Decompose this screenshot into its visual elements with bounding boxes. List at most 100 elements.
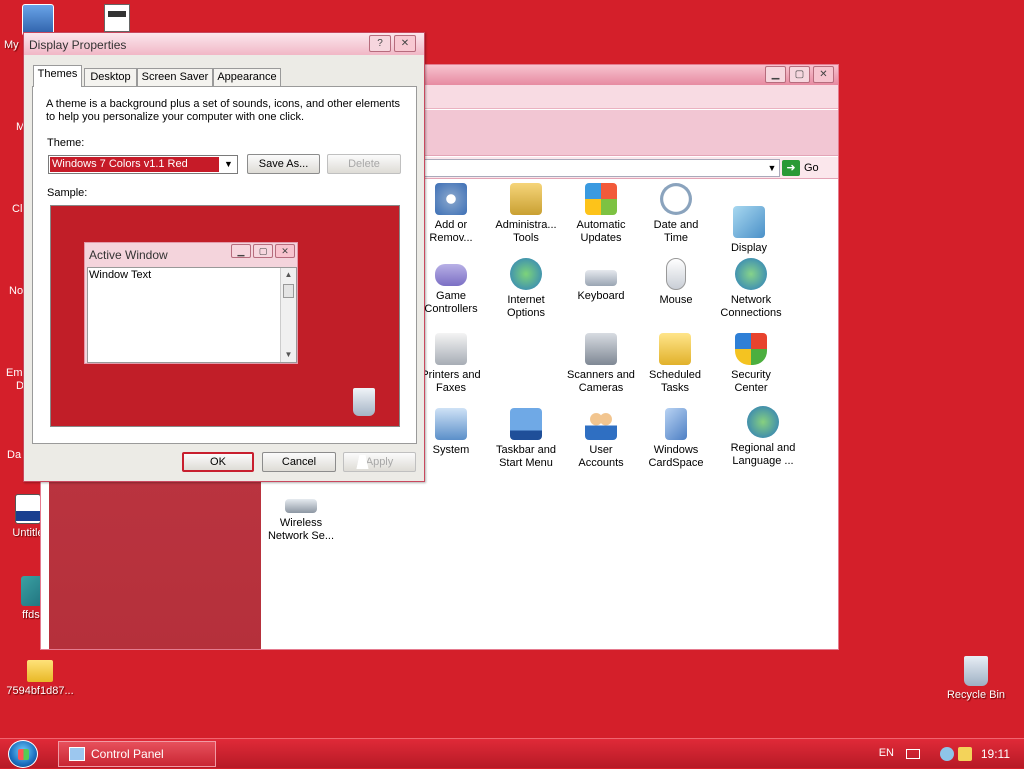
cp-item-scheduled-tasks[interactable]: Scheduled Tasks — [635, 333, 715, 395]
desktop-edge-label: Em — [6, 367, 23, 379]
cp-item-label: Date and — [653, 219, 699, 231]
shield-icon — [735, 333, 767, 365]
cp-item-label: Mouse — [659, 294, 693, 306]
cp-item-label: Options — [507, 307, 545, 319]
theme-select-value: Windows 7 Colors v1.1 Red — [50, 157, 219, 172]
cp-item-label: Network Se... — [267, 530, 335, 542]
go-label: Go — [804, 162, 819, 174]
chevron-down-icon[interactable]: ▼ — [220, 156, 237, 173]
sample-window-text: Window Text — [89, 269, 152, 281]
dialog-titlebar[interactable]: Display Properties ? ✕ — [24, 33, 424, 55]
globe-icon — [510, 258, 542, 290]
cp-item-label: Tools — [513, 232, 539, 244]
network-tray-icon[interactable] — [940, 747, 954, 761]
sample-label: Sample: — [47, 187, 88, 199]
delete-button[interactable]: Delete — [327, 154, 401, 174]
taskbar: Control Panel EN 19:11 — [0, 738, 1024, 768]
cp-item-scanners-cameras[interactable]: Scanners and Cameras — [561, 333, 641, 395]
close-button[interactable]: ✕ — [394, 35, 416, 52]
keyboard-icon[interactable] — [906, 749, 920, 759]
cp-item-label: User — [589, 444, 613, 456]
cp-item-admin-tools[interactable]: Administra... Tools — [486, 183, 566, 245]
cp-item-label: Language ... — [732, 455, 794, 467]
desktop-icon-document[interactable] — [104, 4, 130, 32]
cp-item-label: Scanners and — [567, 369, 635, 381]
maximize-button[interactable]: ▢ — [789, 66, 810, 83]
go-arrow-icon: ➜ — [782, 160, 800, 177]
taskbar-icon — [510, 408, 542, 440]
tab-themes[interactable]: Themes — [33, 65, 82, 87]
cp-item-label: Scheduled — [649, 369, 701, 381]
cp-item-label: Administra... — [495, 219, 557, 231]
cp-item-display[interactable]: Display — [709, 206, 789, 255]
address-dropdown-icon[interactable]: ▼ — [764, 159, 780, 177]
dialog-title-buttons: ? ✕ — [366, 35, 416, 52]
themes-panel: A theme is a background plus a set of so… — [32, 86, 417, 444]
cp-item-label: Regional and — [730, 442, 796, 454]
desktop-edge-label: Da — [7, 449, 22, 461]
regional-globe-icon — [747, 406, 779, 438]
theme-label: Theme: — [47, 137, 85, 149]
cp-item-label: Taskbar and — [496, 444, 556, 456]
cp-item-taskbar-start-menu[interactable]: Taskbar and Start Menu — [486, 408, 566, 470]
language-indicator[interactable]: EN — [879, 747, 894, 759]
window-controls: ▁ ▢ ✕ — [762, 66, 834, 83]
minimize-icon: ▁ — [231, 244, 251, 258]
start-button[interactable] — [8, 740, 38, 768]
windows-update-icon — [585, 183, 617, 215]
go-button[interactable]: ➜ Go — [782, 158, 834, 178]
cp-item-internet-options[interactable]: Internet Options — [486, 258, 566, 320]
tab-desktop[interactable]: Desktop — [84, 68, 137, 87]
cp-item-windows-cardspace[interactable]: Windows CardSpace — [636, 408, 716, 470]
tab-appearance[interactable]: Appearance — [213, 68, 281, 87]
cp-item-wireless-network[interactable]: Wireless Network Se... — [261, 483, 341, 543]
save-as-button[interactable]: Save As... — [247, 154, 320, 174]
cp-item-date-time[interactable]: Date and Time — [636, 183, 716, 245]
apply-button[interactable]: Apply — [343, 452, 416, 472]
cp-item-label: Cameras — [578, 382, 624, 394]
cp-item-automatic-updates[interactable]: Automatic Updates — [561, 183, 641, 245]
updates-tray-icon[interactable] — [958, 747, 972, 761]
cp-item-regional-language[interactable]: Regional and Language ... — [723, 406, 803, 468]
dialog-title: Display Properties — [29, 38, 127, 52]
sample-scrollbar: ▲ ▼ — [280, 268, 296, 362]
scheduled-tasks-icon — [659, 333, 691, 365]
admin-tools-icon — [510, 183, 542, 215]
cp-item-keyboard[interactable]: Keyboard — [561, 258, 641, 303]
tab-screen-saver[interactable]: Screen Saver — [137, 68, 213, 87]
cp-item-label: Accounts — [578, 457, 624, 469]
cp-item-mouse[interactable]: Mouse — [636, 258, 716, 307]
scroll-thumb — [283, 284, 294, 298]
ok-button[interactable]: OK — [182, 452, 254, 472]
gamepad-icon — [435, 264, 467, 286]
display-icon — [733, 206, 765, 238]
mouse-icon — [666, 258, 686, 290]
cp-item-label: Keyboard — [577, 290, 625, 302]
taskbar-button-control-panel[interactable]: Control Panel — [58, 741, 216, 767]
cpu-icon — [15, 494, 41, 524]
scanner-camera-icon — [585, 333, 617, 365]
desktop-edge-label: No — [9, 285, 24, 297]
cp-item-label: Time — [663, 232, 689, 244]
help-button[interactable]: ? — [369, 35, 391, 52]
clock[interactable]: 19:11 — [981, 747, 1010, 761]
clock-icon — [660, 183, 692, 215]
theme-select[interactable]: Windows 7 Colors v1.1 Red ▼ — [48, 155, 238, 174]
desktop-icon-label: Recycle Bin — [946, 689, 1006, 701]
minimize-button[interactable]: ▁ — [765, 66, 786, 83]
recycle-bin-icon — [964, 656, 988, 686]
sample-window-title: Active Window — [89, 248, 168, 262]
document-icon — [108, 11, 126, 17]
cp-item-user-accounts[interactable]: User Accounts — [561, 408, 641, 470]
cancel-button[interactable]: Cancel — [262, 452, 336, 472]
desktop-icon-recycle-bin[interactable]: Recycle Bin — [936, 656, 1016, 701]
desktop-icon-folder[interactable]: 7594bf1d87... — [0, 660, 82, 697]
cp-item-label: Center — [734, 382, 768, 394]
theme-sample-preview: Active Window ▁ ▢ ✕ Window Text ▲ ▼ — [50, 205, 400, 427]
close-button[interactable]: ✕ — [813, 66, 834, 83]
sample-active-window: Active Window ▁ ▢ ✕ Window Text ▲ ▼ — [84, 242, 298, 364]
cp-item-security-center[interactable]: Security Center — [711, 333, 791, 395]
maximize-icon: ▢ — [253, 244, 273, 258]
cp-item-network-connections[interactable]: Network Connections — [711, 258, 791, 320]
cp-item-label: Updates — [580, 232, 622, 244]
